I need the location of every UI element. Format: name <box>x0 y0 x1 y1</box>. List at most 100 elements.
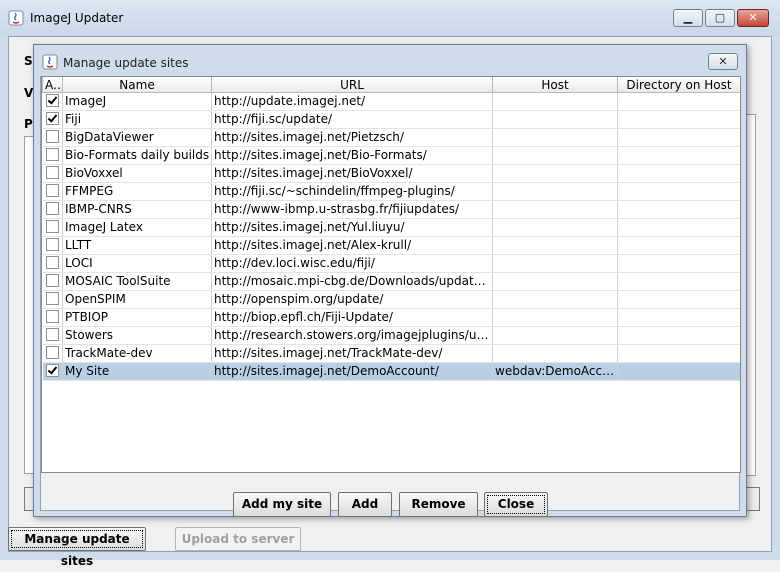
site-name-cell[interactable]: Fiji <box>62 110 212 129</box>
dialog-title-bar[interactable]: Manage update sites ✕ <box>34 45 746 77</box>
site-host-cell[interactable] <box>492 236 618 255</box>
table-row[interactable]: LOCI http://dev.loci.wisc.edu/fiji/ <box>42 254 740 273</box>
site-name-cell[interactable]: FFMPEG <box>62 182 212 201</box>
site-directory-cell[interactable] <box>617 92 740 111</box>
site-directory-cell[interactable] <box>617 164 740 183</box>
active-checkbox[interactable] <box>45 346 59 359</box>
site-name-cell[interactable]: TrackMate-dev <box>62 344 212 363</box>
table-row[interactable]: IBMP-CNRS http://www-ibmp.u-strasbg.fr/fi… <box>42 200 740 219</box>
site-directory-cell[interactable] <box>617 308 740 327</box>
site-host-cell[interactable] <box>492 308 618 327</box>
close-window-button[interactable]: ✕ <box>737 9 769 27</box>
site-url-cell[interactable]: http://research.stowers.org/imagejplugin… <box>211 326 493 345</box>
site-directory-cell[interactable] <box>617 110 740 129</box>
remove-button[interactable]: Remove <box>399 492 478 517</box>
site-directory-cell[interactable] <box>617 362 740 381</box>
table-row[interactable]: LLTT http://sites.imagej.net/Alex-krull/ <box>42 236 740 255</box>
active-checkbox[interactable] <box>45 220 59 233</box>
table-row[interactable]: TrackMate-dev http://sites.imagej.net/Tra… <box>42 344 740 363</box>
site-url-cell[interactable]: http://dev.loci.wisc.edu/fiji/ <box>211 254 493 273</box>
site-name-cell[interactable]: My Site <box>62 362 212 381</box>
site-name-cell[interactable]: OpenSPIM <box>62 290 212 309</box>
site-host-cell[interactable] <box>492 326 618 345</box>
table-row[interactable]: MOSAIC ToolSuite http://mosaic.mpi-cbg.de… <box>42 272 740 291</box>
active-checkbox[interactable] <box>45 310 59 323</box>
active-checkbox[interactable] <box>45 130 59 143</box>
site-name-cell[interactable]: BigDataViewer <box>62 128 212 147</box>
add-button[interactable]: Add <box>338 492 392 517</box>
site-name-cell[interactable]: LOCI <box>62 254 212 273</box>
site-host-cell[interactable] <box>492 344 618 363</box>
table-row[interactable]: BigDataViewer http://sites.imagej.net/Pie… <box>42 128 740 147</box>
table-row[interactable]: FFMPEG http://fiji.sc/~schindelin/ffmpeg-… <box>42 182 740 201</box>
site-name-cell[interactable]: Stowers <box>62 326 212 345</box>
site-host-cell[interactable] <box>492 128 618 147</box>
active-checkbox[interactable] <box>45 238 59 251</box>
active-checkbox[interactable] <box>45 256 59 269</box>
active-checkbox[interactable] <box>45 202 59 215</box>
site-directory-cell[interactable] <box>617 182 740 201</box>
table-row[interactable]: PTBIOP http://biop.epfl.ch/Fiji-Update/ <box>42 308 740 327</box>
column-header-active[interactable]: A... <box>42 77 63 93</box>
site-directory-cell[interactable] <box>617 290 740 309</box>
site-host-cell[interactable] <box>492 254 618 273</box>
site-host-cell[interactable] <box>492 92 618 111</box>
site-name-cell[interactable]: Bio-Formats daily builds <box>62 146 212 165</box>
site-host-cell[interactable] <box>492 110 618 129</box>
maximize-button[interactable]: ▢ <box>705 9 735 27</box>
site-host-cell[interactable] <box>492 218 618 237</box>
site-url-cell[interactable]: http://mosaic.mpi-cbg.de/Downloads/updat… <box>211 272 493 291</box>
upload-to-server-button[interactable]: Upload to server <box>175 527 301 551</box>
site-url-cell[interactable]: http://fiji.sc/~schindelin/ffmpeg-plugin… <box>211 182 493 201</box>
column-header-host[interactable]: Host <box>492 77 618 93</box>
table-row[interactable]: ImageJ Latex http://sites.imagej.net/Yul.… <box>42 218 740 237</box>
column-header-url[interactable]: URL <box>211 77 493 93</box>
site-url-cell[interactable]: http://openspim.org/update/ <box>211 290 493 309</box>
site-name-cell[interactable]: PTBIOP <box>62 308 212 327</box>
site-url-cell[interactable]: http://update.imagej.net/ <box>211 92 493 111</box>
table-row[interactable]: OpenSPIM http://openspim.org/update/ <box>42 290 740 309</box>
site-name-cell[interactable]: MOSAIC ToolSuite <box>62 272 212 291</box>
site-name-cell[interactable]: ImageJ Latex <box>62 218 212 237</box>
site-host-cell[interactable] <box>492 164 618 183</box>
site-name-cell[interactable]: LLTT <box>62 236 212 255</box>
active-checkbox[interactable] <box>45 148 59 161</box>
site-url-cell[interactable]: http://sites.imagej.net/Bio-Formats/ <box>211 146 493 165</box>
site-host-cell[interactable] <box>492 182 618 201</box>
active-checkbox[interactable] <box>45 112 59 125</box>
site-name-cell[interactable]: ImageJ <box>62 92 212 111</box>
site-directory-cell[interactable] <box>617 254 740 273</box>
site-url-cell[interactable]: http://fiji.sc/update/ <box>211 110 493 129</box>
site-directory-cell[interactable] <box>617 326 740 345</box>
dialog-close-button[interactable]: ✕ <box>708 53 738 70</box>
site-url-cell[interactable]: http://sites.imagej.net/BioVoxxel/ <box>211 164 493 183</box>
site-url-cell[interactable]: http://www-ibmp.u-strasbg.fr/fijiupdates… <box>211 200 493 219</box>
site-directory-cell[interactable] <box>617 272 740 291</box>
close-button[interactable]: Close <box>484 492 548 517</box>
table-row[interactable]: BioVoxxel http://sites.imagej.net/BioVoxx… <box>42 164 740 183</box>
active-checkbox[interactable] <box>45 274 59 287</box>
active-checkbox[interactable] <box>45 328 59 341</box>
main-title-bar[interactable]: ImageJ Updater ▁ ▢ ✕ <box>0 0 780 36</box>
site-name-cell[interactable]: IBMP-CNRS <box>62 200 212 219</box>
site-host-cell[interactable] <box>492 290 618 309</box>
site-host-cell[interactable] <box>492 146 618 165</box>
site-url-cell[interactable]: http://biop.epfl.ch/Fiji-Update/ <box>211 308 493 327</box>
table-row[interactable]: Fiji http://fiji.sc/update/ <box>42 110 740 129</box>
site-directory-cell[interactable] <box>617 218 740 237</box>
site-directory-cell[interactable] <box>617 146 740 165</box>
table-row[interactable]: Bio-Formats daily builds http://sites.ima… <box>42 146 740 165</box>
site-host-cell[interactable] <box>492 200 618 219</box>
site-url-cell[interactable]: http://sites.imagej.net/Pietzsch/ <box>211 128 493 147</box>
site-directory-cell[interactable] <box>617 200 740 219</box>
active-checkbox[interactable] <box>45 184 59 197</box>
site-directory-cell[interactable] <box>617 344 740 363</box>
column-header-name[interactable]: Name <box>62 77 212 93</box>
site-directory-cell[interactable] <box>617 128 740 147</box>
column-header-directory[interactable]: Directory on Host <box>617 77 740 93</box>
active-checkbox[interactable] <box>45 292 59 305</box>
site-url-cell[interactable]: http://sites.imagej.net/Yul.liuyu/ <box>211 218 493 237</box>
table-row[interactable]: My Site http://sites.imagej.net/DemoAccou… <box>42 362 740 381</box>
add-my-site-button[interactable]: Add my site <box>233 492 331 517</box>
site-host-cell[interactable] <box>492 272 618 291</box>
